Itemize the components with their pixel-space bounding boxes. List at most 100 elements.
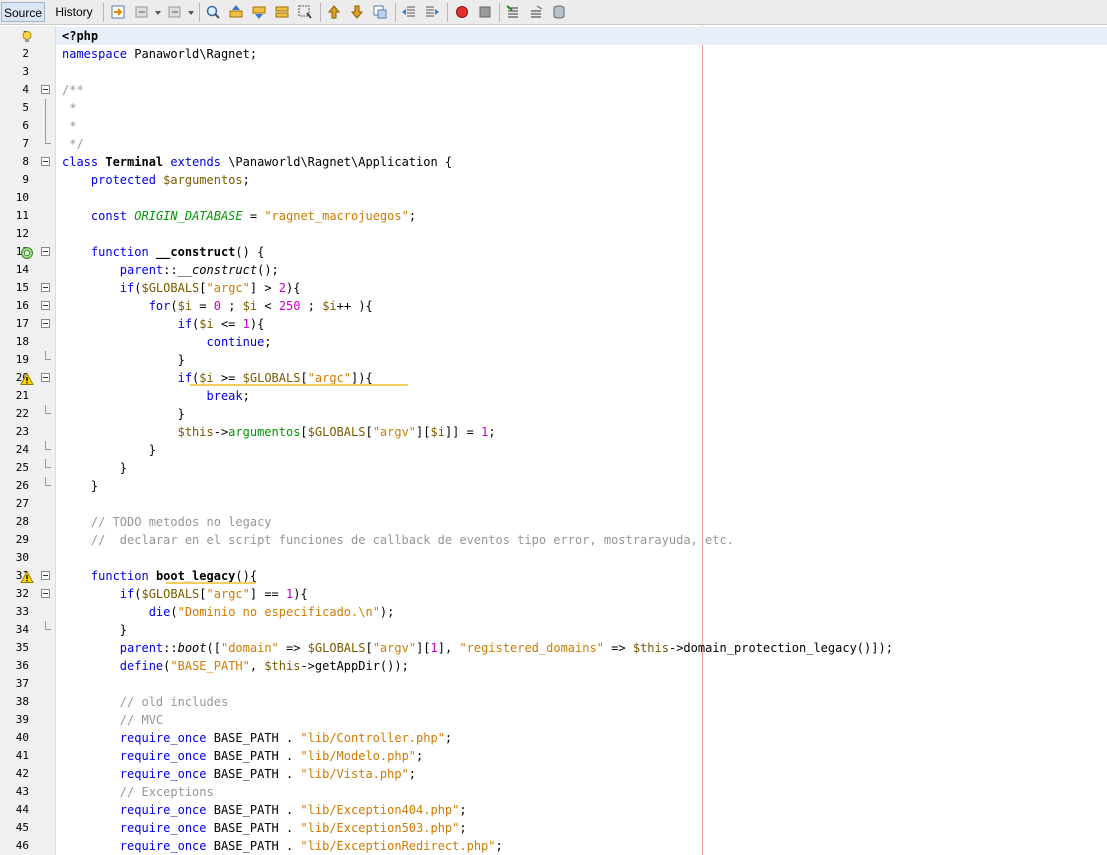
shift-right-icon[interactable] <box>424 4 440 20</box>
code-line[interactable]: 22 } <box>0 405 1107 423</box>
code-line[interactable]: 46 require_once BASE_PATH . "lib/Excepti… <box>0 837 1107 855</box>
code-line[interactable]: 19 } <box>0 351 1107 369</box>
line-number: 16 <box>15 299 29 312</box>
chevron-down-icon[interactable] <box>155 11 161 15</box>
tab-history[interactable]: History <box>50 2 98 22</box>
line-number: 25 <box>15 461 29 474</box>
code-line[interactable]: 17 if($i <= 1){ <box>0 315 1107 333</box>
code-line[interactable]: 16 for($i = 0 ; $i < 250 ; $i++ ){ <box>0 297 1107 315</box>
code-text: // old includes <box>62 695 229 709</box>
code-line[interactable]: 35 parent::boot(["domain" => $GLOBALS["a… <box>0 639 1107 657</box>
code-line[interactable]: 20 if($i >= $GLOBALS["argc"]){ <box>0 369 1107 387</box>
code-line[interactable]: 37 <box>0 675 1107 693</box>
code-line[interactable]: 12 <box>0 225 1107 243</box>
code-line[interactable]: 10 <box>0 189 1107 207</box>
code-text: require_once BASE_PATH . "lib/Modelo.php… <box>119 749 424 763</box>
code-line[interactable]: 24 } <box>0 441 1107 459</box>
warning-icon[interactable] <box>20 371 34 385</box>
code-line[interactable]: 1<?php <box>0 27 1107 45</box>
code-line[interactable]: 45 require_once BASE_PATH . "lib/Excepti… <box>0 819 1107 837</box>
code-text: } <box>62 353 185 367</box>
line-number: 40 <box>15 731 29 744</box>
code-line[interactable]: 27 <box>0 495 1107 513</box>
code-line[interactable]: 40 require_once BASE_PATH . "lib/Control… <box>0 729 1107 747</box>
comment-icon[interactable] <box>505 4 521 20</box>
next-bookmark-icon[interactable] <box>349 4 365 20</box>
line-number: 35 <box>15 641 29 654</box>
code-line[interactable]: 32 if($GLOBALS["argc"] == 1){ <box>0 585 1107 603</box>
fold-toggle-icon[interactable] <box>41 301 50 310</box>
find-next-icon[interactable] <box>251 4 267 20</box>
code-text: parent::__construct(); <box>119 263 279 277</box>
code-line[interactable]: 43 // Exceptions <box>0 783 1107 801</box>
tab-source[interactable]: Source <box>1 2 45 22</box>
code-line[interactable]: 23 $this->argumentos[$GLOBALS["argv"][$i… <box>0 423 1107 441</box>
code-line[interactable]: 15 if($GLOBALS["argc"] > 2){ <box>0 279 1107 297</box>
find-previous-icon[interactable] <box>228 4 244 20</box>
toolbar-separator <box>447 3 448 22</box>
fold-toggle-icon[interactable] <box>41 247 50 256</box>
fold-toggle-icon[interactable] <box>41 571 50 580</box>
code-line[interactable]: 18 continue; <box>0 333 1107 351</box>
fold-toggle-icon[interactable] <box>41 283 50 292</box>
code-text: class Terminal extends \Panaworld\Ragnet… <box>62 155 453 169</box>
line-number: 43 <box>15 785 29 798</box>
fold-toggle-icon[interactable] <box>41 319 50 328</box>
line-number: 34 <box>15 623 29 636</box>
start-macro-icon[interactable] <box>454 4 470 20</box>
code-line[interactable]: 7 */ <box>0 135 1107 153</box>
line-number: 10 <box>15 191 29 204</box>
find-icon[interactable] <box>205 4 221 20</box>
chevron-down-icon[interactable] <box>188 11 194 15</box>
line-number: 15 <box>15 281 29 294</box>
code-line[interactable]: 13 function __construct() { <box>0 243 1107 261</box>
previous-bookmark-icon[interactable] <box>326 4 342 20</box>
code-line[interactable]: 33 die("Dominio no especificado.\n"); <box>0 603 1107 621</box>
line-number: 18 <box>15 335 29 348</box>
code-line[interactable]: 21 break; <box>0 387 1107 405</box>
code-line[interactable]: 8 class Terminal extends \Panaworld\Ragne… <box>0 153 1107 171</box>
back-icon[interactable] <box>134 4 150 20</box>
code-line[interactable]: 38 // old includes <box>0 693 1107 711</box>
lightbulb-icon[interactable] <box>20 29 34 43</box>
line-number: 21 <box>15 389 29 402</box>
code-text: require_once BASE_PATH . "lib/Exception5… <box>119 821 467 835</box>
code-line[interactable]: 11 const ORIGIN_DATABASE = "ragnet_macro… <box>0 207 1107 225</box>
code-line[interactable]: 34 } <box>0 621 1107 639</box>
code-line[interactable]: 30 <box>0 549 1107 567</box>
toggle-bookmark-icon[interactable] <box>372 4 388 20</box>
code-line[interactable]: 42 require_once BASE_PATH . "lib/Vista.p… <box>0 765 1107 783</box>
code-text: // MVC <box>62 713 164 727</box>
code-line[interactable]: 2 namespace Panaworld\Ragnet; <box>0 45 1107 63</box>
code-line[interactable]: 26 } <box>0 477 1107 495</box>
code-line[interactable]: 29 // declarar en el script funciones de… <box>0 531 1107 549</box>
last-edit-icon[interactable] <box>110 4 126 20</box>
override-icon[interactable] <box>20 245 34 259</box>
line-number: 30 <box>15 551 29 564</box>
code-line[interactable]: 14 parent::__construct(); <box>0 261 1107 279</box>
uncomment-icon[interactable] <box>528 4 544 20</box>
code-line[interactable]: 39 // MVC <box>0 711 1107 729</box>
database-icon[interactable] <box>551 4 567 20</box>
find-selection-icon[interactable] <box>274 4 290 20</box>
code-line[interactable]: 5 * <box>0 99 1107 117</box>
code-line[interactable]: 41 require_once BASE_PATH . "lib/Modelo.… <box>0 747 1107 765</box>
fold-toggle-icon[interactable] <box>41 85 50 94</box>
shift-left-icon[interactable] <box>401 4 417 20</box>
fold-toggle-icon[interactable] <box>41 157 50 166</box>
code-line[interactable]: 25 } <box>0 459 1107 477</box>
warning-icon[interactable] <box>20 569 34 583</box>
line-number: 32 <box>15 587 29 600</box>
stop-macro-icon[interactable] <box>477 4 493 20</box>
code-line[interactable]: 36 define("BASE_PATH", $this->getAppDir(… <box>0 657 1107 675</box>
toggle-highlight-icon[interactable] <box>297 4 313 20</box>
fold-toggle-icon[interactable] <box>41 589 50 598</box>
code-line[interactable]: 4 /** <box>0 81 1107 99</box>
code-line[interactable]: 9 protected $argumentos; <box>0 171 1107 189</box>
code-line[interactable]: 44 require_once BASE_PATH . "lib/Excepti… <box>0 801 1107 819</box>
code-line[interactable]: 3 <box>0 63 1107 81</box>
fold-toggle-icon[interactable] <box>41 373 50 382</box>
code-line[interactable]: 6 * <box>0 117 1107 135</box>
forward-icon[interactable] <box>167 4 183 20</box>
code-line[interactable]: 28 // TODO metodos no legacy <box>0 513 1107 531</box>
